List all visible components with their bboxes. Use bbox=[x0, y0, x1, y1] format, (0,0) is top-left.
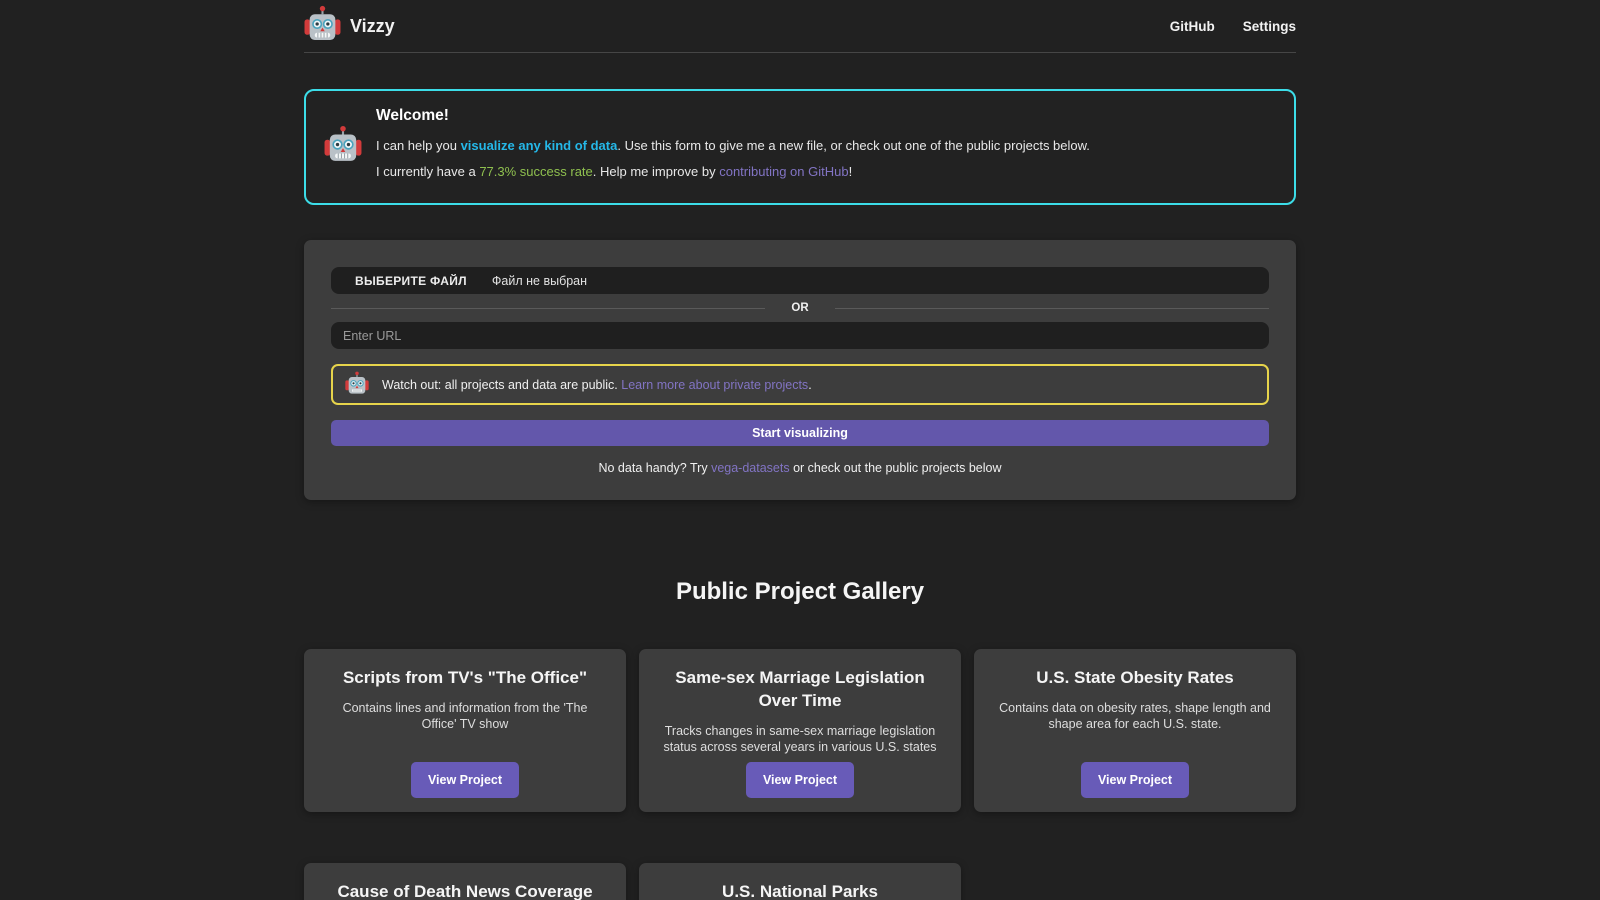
file-status-text: Файл не выбран bbox=[491, 273, 588, 288]
url-input[interactable] bbox=[331, 322, 1269, 349]
upload-form: ВЫБЕРИТЕ ФАЙЛ Файл не выбран OR Watch ou… bbox=[304, 240, 1296, 500]
project-card: U.S. State Obesity Rates Contains data o… bbox=[974, 649, 1296, 812]
start-visualizing-button[interactable]: Start visualizing bbox=[331, 420, 1269, 446]
brand: Vizzy bbox=[303, 4, 395, 47]
welcome-banner: Welcome! I can help you visualize any ki… bbox=[304, 89, 1296, 205]
welcome-line2: I currently have a 77.3% success rate. H… bbox=[376, 164, 853, 179]
nav-link-github[interactable]: GitHub bbox=[1170, 19, 1215, 34]
gallery-title: Public Project Gallery bbox=[675, 578, 925, 605]
contributing-link[interactable]: contributing on GitHub bbox=[719, 164, 848, 179]
project-description: Contains lines and information from the … bbox=[342, 701, 588, 731]
app-title: Vizzy bbox=[350, 15, 395, 36]
project-card: Same-sex Marriage Legislation Over Time … bbox=[639, 649, 961, 812]
project-description: Tracks changes in same-sex marriage legi… bbox=[663, 724, 937, 754]
project-title: U.S. National Parks bbox=[722, 882, 878, 900]
project-title: Scripts from TV's "The Office" bbox=[342, 668, 588, 687]
header-nav: GitHub Settings bbox=[1170, 19, 1296, 34]
project-grid: Scripts from TV's "The Office" Contains … bbox=[304, 649, 1296, 900]
project-card: Cause of Death News Coverage This data r… bbox=[304, 863, 626, 900]
project-title: Same-sex Marriage Legislation Over Time bbox=[675, 668, 925, 710]
divider-line bbox=[834, 307, 1269, 309]
view-project-button[interactable]: View Project bbox=[410, 762, 520, 798]
view-project-button[interactable]: View Project bbox=[745, 762, 855, 798]
view-project-button[interactable]: View Project bbox=[1080, 762, 1190, 798]
success-rate: 77.3% success rate bbox=[479, 164, 593, 179]
welcome-text: Welcome! I can help you visualize any ki… bbox=[376, 107, 1090, 185]
no-data-hint: No data handy? Try vega-datasets or chec… bbox=[598, 461, 1002, 475]
welcome-title: Welcome! bbox=[376, 107, 449, 124]
robot-logo-icon bbox=[303, 4, 342, 47]
project-card: Scripts from TV's "The Office" Contains … bbox=[304, 649, 626, 812]
project-description: Contains data on obesity rates, shape le… bbox=[999, 701, 1271, 731]
welcome-highlight: visualize any kind of data bbox=[460, 138, 618, 153]
private-projects-link[interactable]: Learn more about private projects bbox=[621, 378, 808, 392]
project-title: U.S. State Obesity Rates bbox=[1036, 668, 1234, 687]
project-title: Cause of Death News Coverage bbox=[337, 882, 593, 900]
divider-line bbox=[331, 307, 766, 309]
robot-icon bbox=[323, 124, 363, 168]
nav-link-settings[interactable]: Settings bbox=[1243, 19, 1296, 34]
robot-warning-icon bbox=[344, 370, 370, 398]
vega-datasets-link[interactable]: vega-datasets bbox=[711, 461, 790, 475]
warning-text: Watch out: all projects and data are pub… bbox=[382, 377, 812, 392]
choose-file-button[interactable]: ВЫБЕРИТЕ ФАЙЛ bbox=[355, 274, 467, 288]
or-label: OR bbox=[791, 302, 809, 314]
file-input[interactable]: ВЫБЕРИТЕ ФАЙЛ Файл не выбран bbox=[331, 267, 1269, 294]
public-data-warning: Watch out: all projects and data are pub… bbox=[331, 364, 1269, 405]
project-card: U.S. National Parks Contains information… bbox=[639, 863, 961, 900]
or-divider: OR bbox=[331, 302, 1269, 314]
welcome-line1: I can help you visualize any kind of dat… bbox=[376, 138, 1090, 153]
header: Vizzy GitHub Settings bbox=[303, 0, 1296, 53]
page-container: Vizzy GitHub Settings Welcome! I can hel… bbox=[303, 0, 1296, 900]
